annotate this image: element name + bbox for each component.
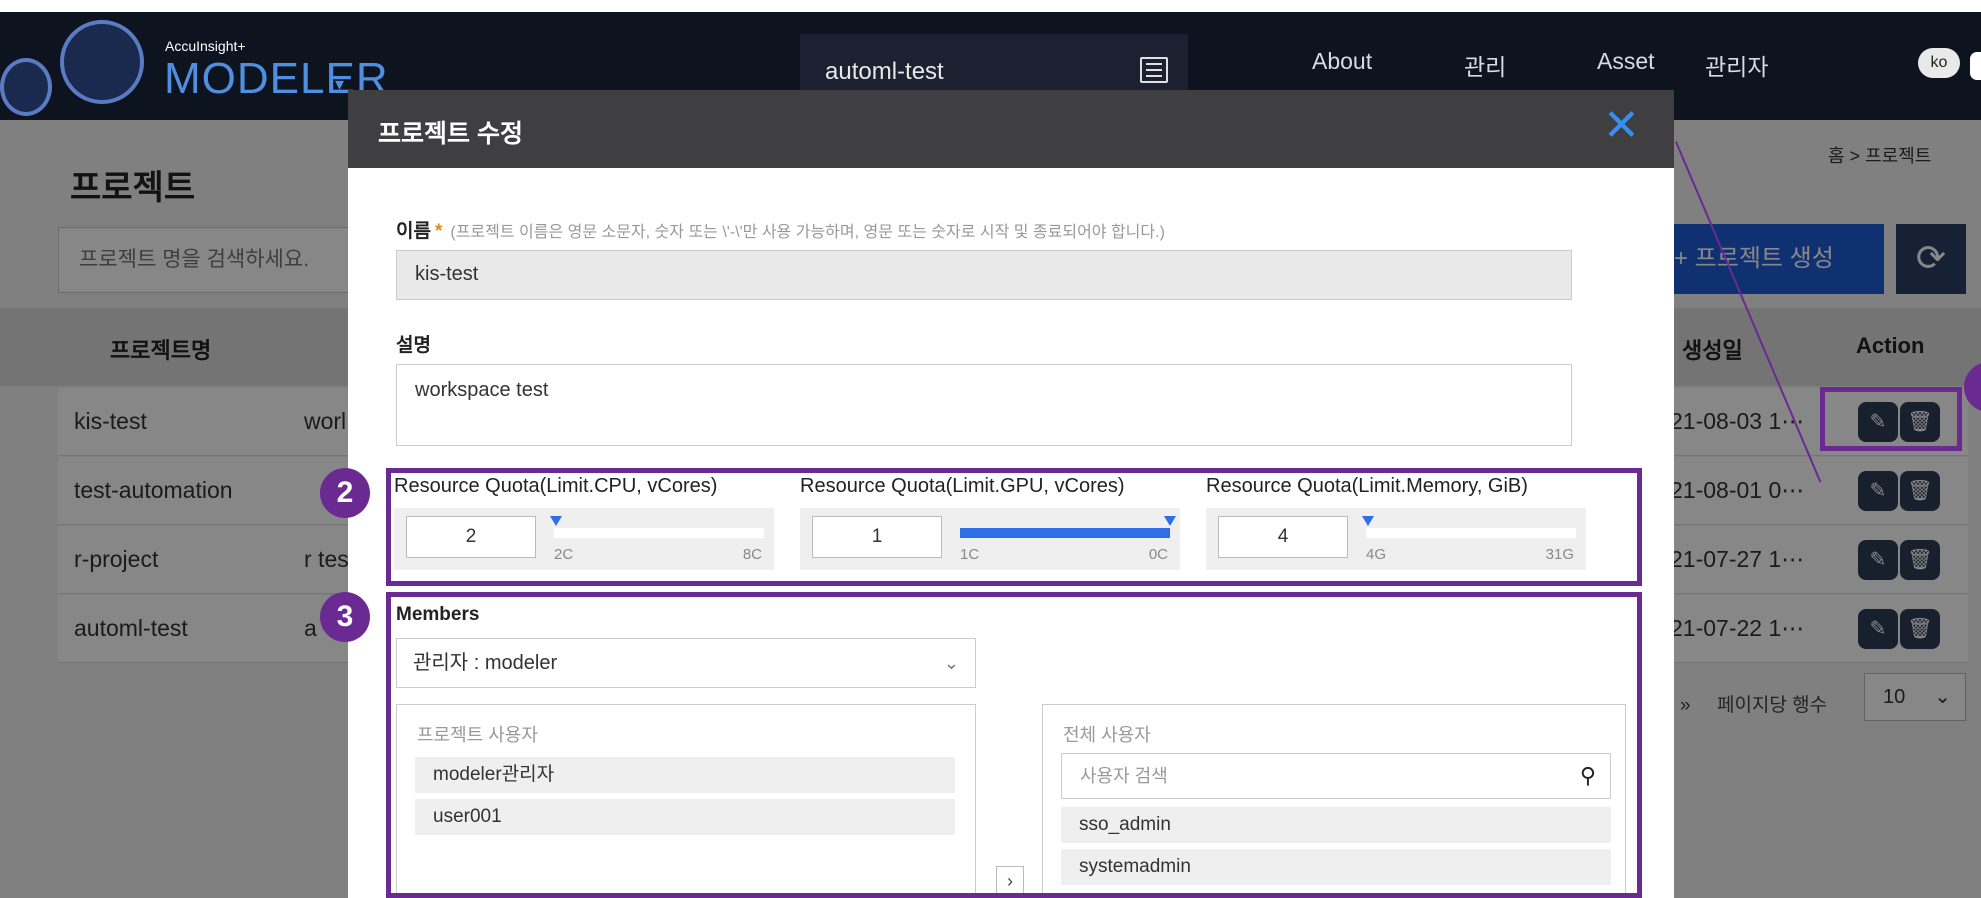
description-label: 설명 [396,335,431,356]
nav-about[interactable]: About [1312,48,1372,75]
logo-subtitle: AccuInsight+ [165,38,246,54]
action-highlight [1820,387,1962,451]
description-field[interactable]: workspace test [396,364,1572,446]
project-selector-value: automl-test [825,58,944,85]
nav-manage[interactable]: 관리 [1464,48,1506,82]
nav-admin[interactable]: 관리자 [1705,48,1768,82]
name-label-text: 이름 [396,221,431,242]
close-icon[interactable]: ✕ [1603,100,1640,151]
modal-title: 프로젝트 수정 [378,120,523,148]
list-icon[interactable] [1140,57,1168,83]
required-mark: * [434,221,443,242]
annotation-badge-3: 3 [320,592,370,642]
members-highlight [386,592,1642,898]
nav-asset[interactable]: Asset [1597,48,1655,75]
rocket-logo-icon [0,58,52,116]
name-hint: (프로젝트 이름은 영문 소문자, 숫자 또는 \'-\'만 사용 가능하며, … [450,224,1165,241]
name-field: kis-test [396,250,1572,300]
quota-highlight [386,468,1642,586]
modal-header: 프로젝트 수정 ✕ [348,90,1674,168]
name-label: 이름 * (프로젝트 이름은 영문 소문자, 숫자 또는 \'-\'만 사용 가능하… [396,216,1165,243]
annotation-badge-2: 2 [320,468,370,518]
molecule-logo-icon [60,20,144,104]
language-badge[interactable]: ko [1918,48,1960,78]
caret-down-icon[interactable]: ▾ [335,74,344,95]
user-icon[interactable] [1970,52,1981,80]
